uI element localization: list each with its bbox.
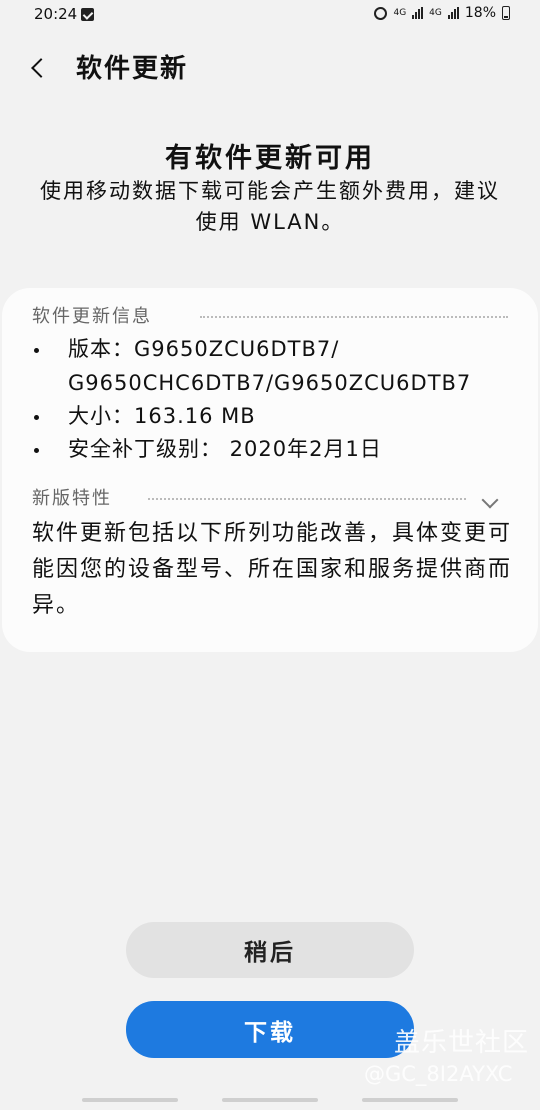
battery-percent: 18%	[464, 5, 496, 21]
status-time: 20:24	[34, 5, 78, 23]
network-type-1: 4G	[393, 7, 407, 18]
alarm-icon	[374, 6, 388, 20]
signal-icon-2	[447, 7, 459, 19]
size-item	[34, 401, 61, 432]
security-item	[34, 434, 61, 465]
size-text: 大小：163.16 MB	[68, 404, 256, 428]
back-arrow-icon[interactable]	[28, 56, 52, 80]
bullet-icon	[34, 414, 39, 420]
nav-back-handle[interactable]	[82, 1098, 178, 1102]
download-button[interactable]: 下载	[126, 1001, 414, 1058]
bullet-icon	[34, 447, 39, 453]
page-title: 软件更新	[76, 54, 189, 84]
nav-recent-handle[interactable]	[362, 1098, 458, 1102]
features-section-title[interactable]: 新版特性	[32, 484, 112, 510]
info-section-title: 软件更新信息	[32, 306, 152, 327]
bullet-icon	[34, 347, 39, 353]
battery-icon	[502, 6, 510, 20]
navigation-bar	[0, 1094, 540, 1110]
update-headline: 有软件更新可用	[165, 143, 375, 174]
status-bar: 20:24 4G 4G 18%	[0, 0, 540, 30]
info-section-divider	[200, 316, 508, 318]
version-line-2: G9650CHC6DTB7/G9650ZCU6DTB7	[68, 371, 472, 395]
later-button[interactable]: 稍后	[126, 922, 414, 978]
version-item	[34, 334, 61, 365]
notification-check-icon	[81, 8, 94, 21]
watermark-logo-text: 盖乐世社区	[394, 1028, 530, 1058]
features-section-divider	[148, 498, 466, 500]
update-subtitle: 使用移动数据下载可能会产生额外费用，建议使用 WLAN。	[40, 179, 500, 234]
security-patch-text: 安全补丁级别： 2020年2月1日	[68, 437, 382, 461]
status-icons: 4G 4G 18%	[374, 5, 510, 21]
signal-icon	[412, 7, 424, 19]
chevron-down-icon[interactable]	[480, 496, 502, 512]
network-type-2: 4G	[429, 7, 442, 18]
nav-home-handle[interactable]	[222, 1098, 318, 1102]
version-line-1: 版本：G9650ZCU6DTB7/	[68, 337, 340, 361]
features-text: 软件更新包括以下所列功能改善，具体变更可能因您的设备型号、所在国家和服务提供商而…	[32, 521, 513, 618]
watermark-handle: @GC_8I2AYXC	[364, 1062, 513, 1086]
